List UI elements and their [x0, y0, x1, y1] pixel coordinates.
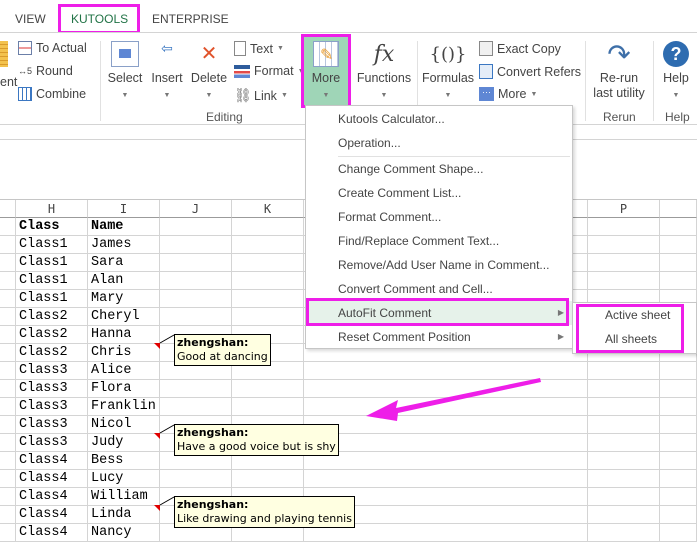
menu-item-change-comment-shape[interactable]: Change Comment Shape... [306, 157, 572, 181]
submenu-highlight [576, 304, 684, 353]
menu-item-kutools-calculator[interactable]: Kutools Calculator... [306, 107, 572, 131]
annotation-arrow [366, 378, 541, 421]
submenu-arrow-icon: ▶ [557, 332, 564, 341]
menu-item-create-comment-list[interactable]: Create Comment List... [306, 181, 572, 205]
menu-item-reset-comment-position[interactable]: Reset Comment Position ▶ [306, 325, 572, 349]
menu-item-find-replace-comment-text[interactable]: Find/Replace Comment Text... [306, 229, 572, 253]
autofit-highlight [306, 298, 569, 326]
menu-item-remove-add-user-name[interactable]: Remove/Add User Name in Comment... [306, 253, 572, 277]
menu-item-operation[interactable]: Operation... [306, 131, 572, 155]
menu-item-format-comment[interactable]: Format Comment... [306, 205, 572, 229]
